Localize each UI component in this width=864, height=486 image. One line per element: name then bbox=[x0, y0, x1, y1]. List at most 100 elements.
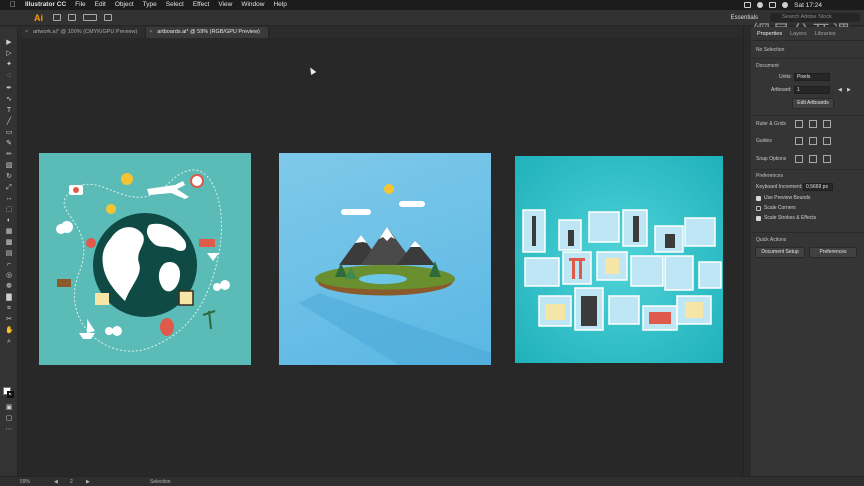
perspective-grid-tool-icon[interactable]: ▦ bbox=[5, 228, 13, 236]
scale-corners-checkbox[interactable] bbox=[756, 206, 761, 211]
artboard-next-icon[interactable]: ▶ bbox=[847, 87, 851, 93]
direct-selection-tool-icon[interactable]: ▷ bbox=[5, 50, 13, 58]
arrange-documents-icon[interactable] bbox=[83, 14, 97, 21]
transparency-grid-icon[interactable] bbox=[823, 120, 831, 128]
eraser-tool-icon[interactable]: ▧ bbox=[5, 162, 13, 170]
blend-tool-icon[interactable]: ◎ bbox=[5, 272, 13, 280]
preferences-button[interactable]: Preferences bbox=[809, 247, 857, 258]
smart-guides-icon[interactable] bbox=[823, 137, 831, 145]
canvas-area[interactable] bbox=[19, 38, 743, 476]
lasso-tool-icon[interactable]: ◌ bbox=[5, 72, 13, 80]
artboard-select[interactable]: 1 bbox=[794, 86, 830, 94]
artboard-3[interactable] bbox=[515, 156, 723, 363]
artboard-nav-next-icon[interactable]: ▶ bbox=[86, 477, 90, 486]
shape-builder-tool-icon[interactable]: ◐ bbox=[5, 217, 13, 225]
tab-artboards[interactable]: × artboards.ai* @ 59% (RGB/GPU Preview) bbox=[146, 27, 269, 38]
menu-help[interactable]: Help bbox=[273, 0, 286, 10]
tab-layers[interactable]: Layers bbox=[786, 31, 811, 40]
curvature-tool-icon[interactable]: ∿ bbox=[5, 96, 13, 104]
menu-edit[interactable]: Edit bbox=[95, 0, 106, 10]
hand-tool-icon[interactable]: ✋ bbox=[5, 327, 14, 335]
gradient-tool-icon[interactable]: ▤ bbox=[5, 250, 13, 258]
divider bbox=[751, 58, 864, 59]
keyboard-increment-input[interactable]: 0.5669 px bbox=[803, 183, 833, 191]
menubar-clock[interactable]: Sat 17:24 bbox=[794, 2, 822, 9]
artboard-nav-prev-icon[interactable]: ◀ bbox=[54, 477, 58, 486]
rotate-tool-icon[interactable]: ↻ bbox=[5, 173, 13, 181]
stock-icon[interactable] bbox=[68, 14, 76, 21]
scale-strokes-checkbox[interactable] bbox=[756, 216, 761, 221]
symbol-sprayer-tool-icon[interactable]: ❁ bbox=[5, 283, 13, 291]
eyedropper-tool-icon[interactable]: ⌐ bbox=[5, 261, 13, 269]
menu-effect[interactable]: Effect bbox=[193, 0, 210, 10]
grid-icon[interactable] bbox=[809, 120, 817, 128]
scale-strokes-label: Scale Strokes & Effects bbox=[764, 215, 817, 221]
menu-app-name[interactable]: Illustrator CC bbox=[25, 0, 66, 10]
keyboard-increment-label: Keyboard Increment: bbox=[756, 184, 803, 190]
type-tool-icon[interactable]: T bbox=[5, 107, 13, 115]
tab-properties[interactable]: Properties bbox=[753, 31, 786, 40]
slice-tool-icon[interactable]: ✂ bbox=[5, 316, 13, 324]
snap-to-pixel-icon[interactable] bbox=[823, 155, 831, 163]
wifi-icon[interactable] bbox=[782, 2, 789, 8]
snap-to-point-icon[interactable] bbox=[795, 155, 803, 163]
free-transform-tool-icon[interactable]: ⬚ bbox=[5, 206, 13, 214]
magic-wand-tool-icon[interactable]: ✦ bbox=[5, 61, 13, 69]
battery-icon[interactable] bbox=[769, 2, 777, 8]
drawing-mode-icon[interactable]: ▣ bbox=[5, 404, 13, 412]
artboard-number[interactable]: 2 bbox=[70, 477, 73, 486]
artboard-tool-icon[interactable]: ⌗ bbox=[5, 305, 13, 313]
paintbrush-tool-icon[interactable]: ✎ bbox=[5, 140, 13, 148]
edit-toolbar-icon[interactable]: ⋯ bbox=[5, 426, 13, 434]
width-tool-icon[interactable]: ↔ bbox=[5, 195, 13, 203]
pen-tool-icon[interactable]: ✒ bbox=[5, 85, 13, 93]
pencil-tool-icon[interactable]: ✏ bbox=[5, 151, 13, 159]
artboard-1[interactable] bbox=[39, 153, 251, 365]
menu-select[interactable]: Select bbox=[166, 0, 184, 10]
zoom-tool-icon[interactable]: ⌕ bbox=[5, 338, 13, 346]
bridge-icon[interactable] bbox=[53, 14, 61, 21]
close-icon[interactable]: × bbox=[149, 27, 152, 38]
menu-type[interactable]: Type bbox=[143, 0, 157, 10]
show-guides-icon[interactable] bbox=[795, 137, 803, 145]
line-tool-icon[interactable]: ╱ bbox=[5, 118, 13, 126]
close-icon[interactable]: × bbox=[25, 27, 28, 38]
menu-file[interactable]: File bbox=[75, 0, 85, 10]
stroke-swatch[interactable] bbox=[7, 391, 14, 398]
stamps-illustration bbox=[522, 209, 722, 331]
scale-tool-icon[interactable]: ⤢ bbox=[5, 184, 13, 192]
no-selection-label: No Selection bbox=[756, 47, 785, 53]
menu-object[interactable]: Object bbox=[115, 0, 134, 10]
tab-artwork[interactable]: × artwork.ai* @ 100% (CMYK/GPU Preview) bbox=[22, 27, 147, 38]
artboard-2[interactable] bbox=[279, 153, 491, 365]
display-icon[interactable] bbox=[744, 2, 752, 8]
mesh-tool-icon[interactable]: ▩ bbox=[5, 239, 13, 247]
use-preview-bounds-checkbox[interactable] bbox=[756, 196, 761, 201]
zoom-level[interactable]: 59% bbox=[20, 477, 30, 486]
rulers-icon[interactable] bbox=[795, 120, 803, 128]
menu-window[interactable]: Window bbox=[241, 0, 264, 10]
tab-label: artboards.ai* @ 59% (RGB/GPU Preview) bbox=[157, 29, 260, 35]
rectangle-tool-icon[interactable]: ▭ bbox=[5, 129, 13, 137]
scale-corners-label: Scale Corners bbox=[764, 205, 796, 211]
screen-mode-icon[interactable]: ▢ bbox=[5, 415, 13, 423]
illustrator-window:  Illustrator CC File Edit Object Type S… bbox=[0, 0, 864, 486]
edit-artboards-button[interactable]: Edit Artboards bbox=[792, 98, 834, 109]
status-mode[interactable]: Selection bbox=[150, 477, 171, 486]
fill-stroke-swatch[interactable] bbox=[3, 387, 14, 398]
app-bar: Ai Essentials Search Adobe Stock 網易公开课 bbox=[0, 10, 864, 43]
travel-globe-illustration bbox=[56, 169, 230, 352]
panel-collapse-strip[interactable] bbox=[743, 27, 751, 476]
units-select[interactable]: Pixels bbox=[794, 73, 830, 81]
creative-cloud-icon[interactable] bbox=[757, 2, 764, 8]
artboard-prev-icon[interactable]: ◀ bbox=[838, 87, 842, 93]
lock-guides-icon[interactable] bbox=[809, 137, 817, 145]
document-setup-button[interactable]: Document Setup bbox=[755, 247, 805, 258]
tab-libraries[interactable]: Libraries bbox=[811, 31, 840, 40]
apple-icon[interactable]:  bbox=[10, 0, 16, 10]
snap-to-grid-icon[interactable] bbox=[809, 155, 817, 163]
selection-tool-icon[interactable]: ▶ bbox=[5, 39, 13, 47]
menu-view[interactable]: View bbox=[218, 0, 232, 10]
gpu-performance-icon[interactable] bbox=[104, 14, 112, 21]
column-graph-tool-icon[interactable]: ▇ bbox=[5, 294, 13, 302]
